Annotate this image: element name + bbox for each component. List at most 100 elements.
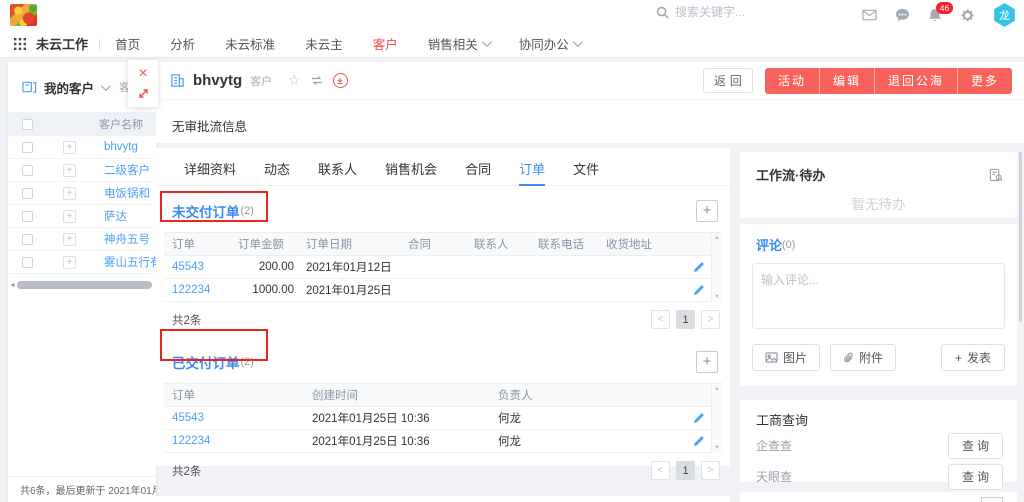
publish-comment-button[interactable]: + 发表: [941, 344, 1005, 371]
customer-link[interactable]: 二级客户: [104, 162, 150, 178]
table-scrollbar[interactable]: ▲ ▼: [711, 384, 722, 453]
right-panel-scrollbar[interactable]: [1019, 152, 1022, 322]
return-to-pool-button[interactable]: 退回公海: [874, 68, 957, 94]
expand-plus-icon[interactable]: +: [63, 256, 76, 269]
seal-badge-icon[interactable]: [333, 73, 348, 88]
nav-item-sales[interactable]: 销售相关: [428, 34, 489, 53]
next-page-button[interactable]: >: [701, 310, 720, 329]
order-link[interactable]: 45543: [164, 412, 304, 424]
add-follower-button[interactable]: +: [981, 497, 1003, 502]
order-link[interactable]: 45543: [164, 261, 230, 273]
edit-pencil-icon[interactable]: [693, 413, 704, 424]
scroll-left-icon[interactable]: ◄: [8, 282, 17, 289]
scroll-down-icon[interactable]: ▼: [714, 445, 720, 451]
add-order-button[interactable]: +: [696, 351, 718, 373]
tab-orders[interactable]: 订单: [505, 148, 559, 186]
chevron-down-icon[interactable]: [101, 81, 111, 91]
expand-plus-icon[interactable]: +: [63, 233, 76, 246]
scrollbar-thumb[interactable]: [17, 281, 152, 289]
chat-icon[interactable]: [895, 8, 910, 22]
customer-link[interactable]: 雾山五行有限: [104, 254, 156, 270]
customer-row[interactable]: + 雾山五行有限: [8, 251, 156, 274]
customer-row[interactable]: + 二级客户: [8, 159, 156, 182]
horizontal-scrollbar[interactable]: ◄: [8, 280, 156, 290]
prev-page-button[interactable]: <: [651, 310, 670, 329]
apps-grid-icon[interactable]: [14, 38, 26, 50]
edit-pencil-icon[interactable]: [693, 262, 704, 273]
tab-activity[interactable]: 动态: [250, 148, 304, 186]
expand-plus-icon[interactable]: +: [63, 210, 76, 223]
add-attachment-button[interactable]: 附件: [830, 344, 896, 371]
qichacha-label: 企查查: [756, 437, 792, 454]
search-input[interactable]: [675, 5, 825, 19]
list-summary: 共6条，最后更新于 2021年01月25日: [8, 476, 156, 502]
nav-item-analysis[interactable]: 分析: [170, 34, 195, 53]
row-checkbox[interactable]: [22, 257, 33, 268]
tab-profile[interactable]: 详细资料: [170, 148, 250, 186]
transfer-icon[interactable]: [311, 75, 323, 86]
edit-pencil-icon[interactable]: [693, 285, 704, 296]
current-page[interactable]: 1: [676, 310, 695, 329]
row-checkbox[interactable]: [22, 165, 33, 176]
col-phone: 联系电话: [530, 236, 598, 252]
mail-icon[interactable]: [862, 9, 877, 21]
qichacha-query-button[interactable]: 查询: [948, 433, 1003, 459]
nav-item-standard[interactable]: 未云标准: [225, 34, 275, 53]
customer-row[interactable]: + 电饭锅和: [8, 182, 156, 205]
edit-button[interactable]: 编辑: [819, 68, 874, 94]
table-scrollbar[interactable]: ▲ ▼: [711, 233, 722, 302]
next-page-button[interactable]: >: [701, 461, 720, 480]
tianyancha-query-button[interactable]: 查询: [948, 464, 1003, 490]
scroll-up-icon[interactable]: ▲: [714, 235, 720, 241]
tab-contacts[interactable]: 联系人: [304, 148, 371, 186]
row-checkbox[interactable]: [22, 211, 33, 222]
settings-gear-icon[interactable]: [960, 8, 975, 23]
brand-title[interactable]: 未云工作: [36, 34, 88, 53]
nav-item-home[interactable]: 首页: [115, 34, 140, 53]
order-link[interactable]: 122234: [164, 435, 304, 447]
customer-link[interactable]: 电饭锅和: [104, 185, 150, 201]
nav-item-main[interactable]: 未云主: [305, 34, 343, 53]
prev-page-button[interactable]: <: [651, 461, 670, 480]
nav-item-collaboration[interactable]: 协同办公: [519, 34, 580, 53]
record-header-card: bhvytg 客户 ☆ 返回 活动 编辑 退回公海 更多 无审: [156, 62, 1024, 143]
row-checkbox[interactable]: [22, 142, 33, 153]
customer-link[interactable]: 萨达: [104, 208, 127, 224]
expand-plus-icon[interactable]: +: [63, 141, 76, 154]
edit-pencil-icon[interactable]: [693, 436, 704, 447]
workflow-log-icon[interactable]: [989, 168, 1003, 182]
scroll-up-icon[interactable]: ▲: [714, 386, 720, 392]
tab-contracts[interactable]: 合同: [451, 148, 505, 186]
more-button[interactable]: 更多: [957, 68, 1012, 94]
comment-input[interactable]: [752, 263, 1005, 329]
column-header-name[interactable]: 客户名称: [99, 116, 143, 132]
customer-link[interactable]: bhvytg: [104, 141, 138, 153]
current-page[interactable]: 1: [676, 461, 695, 480]
tab-opportunities[interactable]: 销售机会: [371, 148, 451, 186]
user-avatar[interactable]: 龙: [993, 3, 1016, 27]
expand-plus-icon[interactable]: +: [63, 164, 76, 177]
bell-icon[interactable]: 46: [928, 8, 942, 23]
select-all-checkbox[interactable]: [22, 119, 33, 130]
expand-plus-icon[interactable]: +: [63, 187, 76, 200]
tab-files[interactable]: 文件: [559, 148, 613, 186]
customer-row[interactable]: + 萨达: [8, 205, 156, 228]
customer-link[interactable]: 神舟五号: [104, 231, 150, 247]
customer-row[interactable]: + 神舟五号: [8, 228, 156, 251]
star-icon[interactable]: ☆: [288, 72, 301, 89]
approval-flow-note: 无审批流信息: [156, 100, 1024, 135]
scroll-down-icon[interactable]: ▼: [714, 294, 720, 300]
close-icon[interactable]: ×: [138, 67, 147, 81]
back-button[interactable]: 返回: [703, 68, 753, 93]
row-checkbox[interactable]: [22, 234, 33, 245]
expand-arrows-icon[interactable]: [137, 87, 150, 100]
add-image-button[interactable]: 图片: [752, 344, 820, 371]
customer-row[interactable]: + bhvytg: [8, 136, 156, 159]
row-checkbox[interactable]: [22, 188, 33, 199]
app-logo[interactable]: [10, 4, 37, 26]
list-view-title[interactable]: 我的客户: [44, 78, 94, 97]
activity-button[interactable]: 活动: [765, 68, 819, 94]
nav-item-customers[interactable]: 客户: [373, 34, 398, 53]
add-order-button[interactable]: +: [696, 200, 718, 222]
order-link[interactable]: 122234: [164, 284, 230, 296]
